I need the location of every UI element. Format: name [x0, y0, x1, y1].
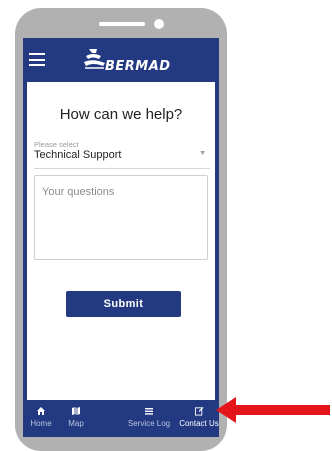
top-app-bar: BERMAD — [23, 38, 219, 82]
nav-label-contact-us: Contact Us — [179, 419, 219, 428]
phone-frame: BERMAD How can we help? Please select Te… — [15, 8, 227, 451]
nav-label-map: Map — [68, 419, 84, 428]
nav-item-contact-us[interactable]: Contact Us — [177, 406, 219, 428]
phone-speaker — [99, 22, 145, 26]
map-icon — [72, 407, 80, 415]
stage: BERMAD How can we help? Please select Te… — [0, 0, 332, 451]
red-arrow-annotation-icon — [216, 397, 330, 423]
nav-label-service-log: Service Log — [127, 419, 171, 428]
contact-form-card: How can we help? Please select Technical… — [27, 82, 215, 400]
questions-textarea[interactable]: Your questions — [34, 175, 208, 260]
topic-select[interactable]: Please select Technical Support ▼ — [34, 140, 210, 169]
page-title: How can we help? — [59, 106, 183, 123]
menu-icon[interactable] — [29, 53, 45, 66]
nav-label-home: Home — [30, 419, 52, 428]
nav-item-home[interactable]: Home — [26, 406, 56, 428]
questions-placeholder: Your questions — [42, 186, 115, 198]
caret-down-icon: ▼ — [199, 150, 206, 157]
app-screen: BERMAD How can we help? Please select Te… — [23, 38, 219, 437]
topic-select-value: Technical Support — [34, 149, 122, 161]
topic-select-placeholder: Please select — [34, 140, 79, 149]
brand-logo: BERMAD — [83, 46, 183, 76]
contact-us-icon — [194, 406, 204, 416]
bottom-navigation: Home Map Service Log Contact Us — [23, 402, 219, 437]
service-log-icon — [145, 408, 153, 415]
brand-name: BERMAD — [105, 59, 171, 74]
phone-camera — [154, 19, 164, 29]
nav-item-service-log[interactable]: Service Log — [124, 406, 174, 428]
submit-button[interactable]: Submit — [66, 291, 181, 317]
nav-item-map[interactable]: Map — [61, 406, 91, 428]
home-icon — [37, 407, 45, 415]
